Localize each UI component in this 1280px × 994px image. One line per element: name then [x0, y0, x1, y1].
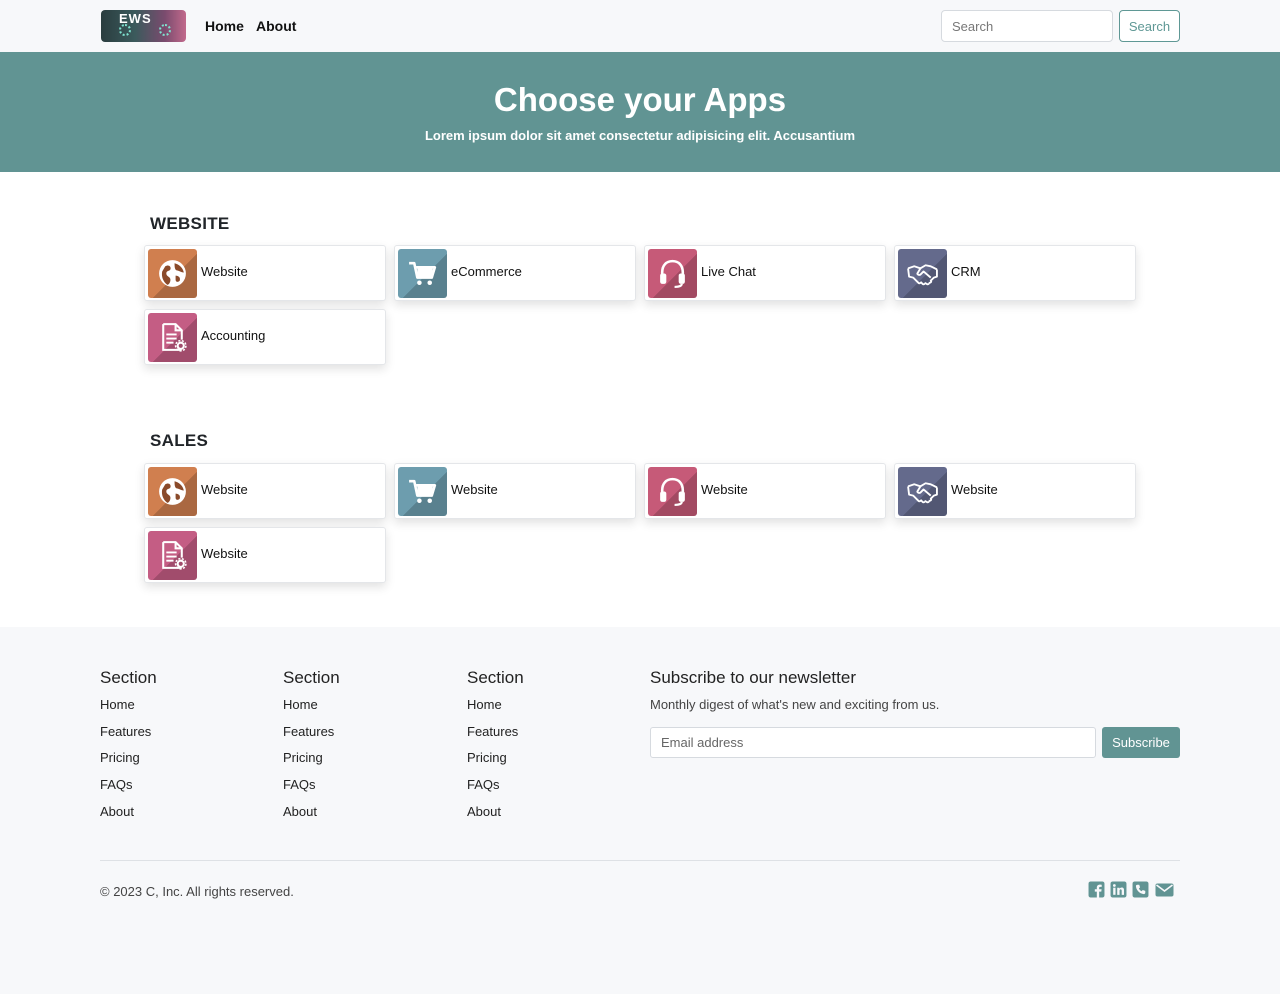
cart-icon: [398, 467, 447, 516]
footer-link-faqs[interactable]: FAQs: [283, 777, 316, 792]
newsletter-description: Monthly digest of what's new and excitin…: [650, 697, 940, 712]
app-card-website[interactable]: Website: [144, 245, 386, 301]
hero-banner: Choose your Apps Lorem ipsum dolor sit a…: [0, 52, 1280, 172]
linkedin-icon[interactable]: [1110, 881, 1127, 898]
app-card-website[interactable]: Website: [894, 463, 1136, 519]
app-card-label: Accounting: [201, 328, 266, 343]
footer-link-home[interactable]: Home: [283, 697, 318, 712]
app-card-website[interactable]: Website: [644, 463, 886, 519]
copyright-text: © 2023 C, Inc. All rights reserved.: [100, 884, 294, 899]
globe-icon: [148, 249, 197, 298]
app-card-website[interactable]: Website: [144, 527, 386, 583]
app-card-label: Website: [701, 482, 748, 497]
app-card-ecommerce[interactable]: eCommerce: [394, 245, 636, 301]
footer-link-about[interactable]: About: [467, 804, 501, 819]
footer-link-pricing[interactable]: Pricing: [467, 750, 507, 765]
headset-icon: [648, 467, 697, 516]
app-card-crm[interactable]: CRM: [894, 245, 1136, 301]
app-card-website[interactable]: Website: [394, 463, 636, 519]
footer-link-faqs[interactable]: FAQs: [100, 777, 133, 792]
app-card-accounting[interactable]: Accounting: [144, 309, 386, 365]
footer-link-faqs[interactable]: FAQs: [467, 777, 500, 792]
document-gear-icon: [148, 531, 197, 580]
handshake-icon: [898, 467, 947, 516]
footer-link-features[interactable]: Features: [100, 724, 151, 739]
headset-icon: [648, 249, 697, 298]
app-card-label: CRM: [951, 264, 981, 279]
footer-divider: [100, 860, 1180, 861]
footer-column-title: Section: [467, 668, 524, 687]
subscribe-button[interactable]: Subscribe: [1102, 727, 1180, 758]
cart-icon: [398, 249, 447, 298]
section-title-website: WEBSITE: [150, 214, 230, 233]
app-card-label: eCommerce: [451, 264, 522, 279]
footer-column-title: Section: [283, 668, 340, 687]
app-card-label: Website: [451, 482, 498, 497]
footer-link-pricing[interactable]: Pricing: [100, 750, 140, 765]
footer-link-features[interactable]: Features: [467, 724, 518, 739]
search-input[interactable]: [941, 10, 1113, 42]
newsletter-title: Subscribe to our newsletter: [650, 668, 856, 687]
footer-link-pricing[interactable]: Pricing: [283, 750, 323, 765]
brand-logo[interactable]: EWS: [101, 10, 186, 42]
app-card-label: Website: [201, 264, 248, 279]
navbar: EWS Home About Search: [0, 0, 1280, 52]
footer-link-features[interactable]: Features: [283, 724, 334, 739]
facebook-icon[interactable]: [1088, 881, 1105, 898]
app-card-label: Website: [201, 546, 248, 561]
globe-icon: [148, 467, 197, 516]
gear-icon: [159, 24, 171, 36]
document-gear-icon: [148, 313, 197, 362]
footer-link-home[interactable]: Home: [100, 697, 135, 712]
app-card-label: Live Chat: [701, 264, 756, 279]
phone-icon[interactable]: [1132, 881, 1149, 898]
newsletter-email-input[interactable]: [650, 727, 1096, 758]
hero-title: Choose your Apps: [493, 81, 787, 118]
app-card-label: Website: [201, 482, 248, 497]
app-card-website[interactable]: Website: [144, 463, 386, 519]
footer: Section Home Features Pricing FAQs About…: [0, 627, 1280, 994]
footer-column-title: Section: [100, 668, 157, 687]
footer-link-about[interactable]: About: [100, 804, 134, 819]
app-card-live-chat[interactable]: Live Chat: [644, 245, 886, 301]
app-card-label: Website: [951, 482, 998, 497]
nav-about-link[interactable]: About: [256, 18, 296, 34]
handshake-icon: [898, 249, 947, 298]
email-icon[interactable]: [1155, 881, 1174, 898]
section-title-sales: SALES: [150, 431, 209, 450]
search-button[interactable]: Search: [1119, 10, 1180, 42]
hero-subtitle: Lorem ipsum dolor sit amet consectetur a…: [424, 128, 856, 143]
footer-link-home[interactable]: Home: [467, 697, 502, 712]
gear-icon: [119, 24, 131, 36]
nav-home-link[interactable]: Home: [205, 18, 244, 34]
footer-link-about[interactable]: About: [283, 804, 317, 819]
